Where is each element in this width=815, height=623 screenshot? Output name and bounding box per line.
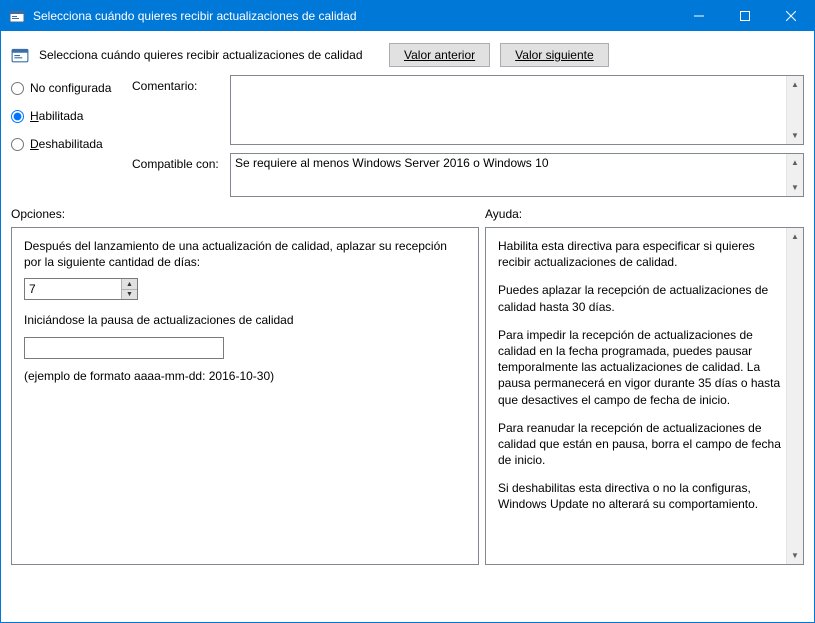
help-text: Habilita esta directiva para especificar… bbox=[498, 238, 786, 554]
scroll-up-icon[interactable]: ▲ bbox=[787, 154, 803, 171]
help-paragraph: Para impedir la recepción de actualizaci… bbox=[498, 327, 782, 408]
scroll-down-icon[interactable]: ▼ bbox=[787, 127, 803, 144]
next-setting-button[interactable]: Valor siguiente bbox=[500, 43, 609, 67]
radio-disabled-label: Deshabilitada bbox=[30, 137, 103, 151]
scrollbar[interactable]: ▲ ▼ bbox=[786, 154, 803, 196]
titlebar: Selecciona cuándo quieres recibir actual… bbox=[1, 1, 814, 31]
policy-icon bbox=[11, 46, 29, 64]
scroll-up-icon[interactable]: ▲ bbox=[787, 76, 803, 93]
radio-enabled-label: Habilitada bbox=[30, 109, 83, 123]
window-title: Selecciona cuándo quieres recibir actual… bbox=[33, 9, 676, 23]
pause-start-label: Iniciándose la pausa de actualizaciones … bbox=[24, 312, 466, 328]
radio-not-configured-input[interactable] bbox=[11, 82, 24, 95]
defer-days-spinner[interactable]: ▲ ▼ bbox=[24, 278, 138, 300]
defer-days-label: Después del lanzamiento de una actualiza… bbox=[24, 238, 466, 270]
radio-enabled[interactable]: Habilitada bbox=[11, 109, 126, 123]
defer-days-input[interactable] bbox=[25, 279, 121, 299]
help-panel: Habilita esta directiva para especificar… bbox=[485, 227, 804, 565]
maximize-button[interactable] bbox=[722, 1, 768, 31]
comment-label: Comentario: bbox=[132, 75, 222, 145]
comment-textarea[interactable] bbox=[231, 76, 786, 144]
scroll-down-icon[interactable]: ▼ bbox=[787, 547, 803, 564]
page-title: Selecciona cuándo quieres recibir actual… bbox=[39, 48, 379, 62]
help-paragraph: Habilita esta directiva para especificar… bbox=[498, 238, 782, 270]
scroll-up-icon[interactable]: ▲ bbox=[787, 228, 803, 245]
help-paragraph: Puedes aplazar la recepción de actualiza… bbox=[498, 282, 782, 314]
supported-on-text: Se requiere al menos Windows Server 2016… bbox=[231, 154, 786, 196]
scrollbar[interactable]: ▲ ▼ bbox=[786, 76, 803, 144]
options-heading: Opciones: bbox=[11, 207, 485, 221]
radio-enabled-input[interactable] bbox=[11, 110, 24, 123]
minimize-button[interactable] bbox=[676, 1, 722, 31]
help-paragraph: Si deshabilitas esta directiva o no la c… bbox=[498, 480, 782, 512]
radio-disabled[interactable]: Deshabilitada bbox=[11, 137, 126, 151]
scrollbar[interactable]: ▲ ▼ bbox=[786, 228, 803, 564]
help-paragraph: Para reanudar la recepción de actualizac… bbox=[498, 420, 782, 469]
header-row: Selecciona cuándo quieres recibir actual… bbox=[1, 31, 814, 75]
scroll-down-icon[interactable]: ▼ bbox=[787, 179, 803, 196]
radio-not-configured-label: No configurada bbox=[30, 81, 111, 95]
options-panel: Después del lanzamiento de una actualiza… bbox=[11, 227, 479, 565]
supported-label: Compatible con: bbox=[132, 153, 222, 197]
state-radio-group: No configurada Habilitada Deshabilitada bbox=[11, 75, 126, 197]
radio-not-configured[interactable]: No configurada bbox=[11, 81, 126, 95]
date-format-hint: (ejemplo de formato aaaa-mm-dd: 2016-10-… bbox=[24, 369, 466, 383]
radio-disabled-input[interactable] bbox=[11, 138, 24, 151]
previous-setting-button[interactable]: Valor anterior bbox=[389, 43, 490, 67]
help-heading: Ayuda: bbox=[485, 207, 804, 221]
spinner-up-button[interactable]: ▲ bbox=[122, 279, 137, 290]
policy-icon bbox=[9, 8, 25, 24]
spinner-down-button[interactable]: ▼ bbox=[122, 290, 137, 300]
pause-start-input[interactable] bbox=[24, 337, 224, 359]
close-button[interactable] bbox=[768, 1, 814, 31]
